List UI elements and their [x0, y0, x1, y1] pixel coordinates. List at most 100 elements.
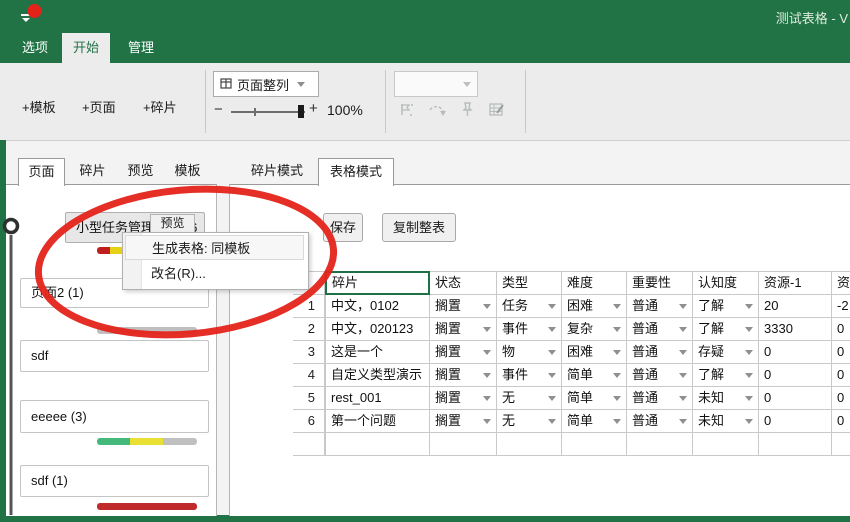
cell-fragment[interactable]: 中文，020123: [325, 318, 430, 341]
preview-button[interactable]: 预览: [150, 214, 195, 233]
page-list-item[interactable]: sdf (1): [20, 465, 209, 497]
column-header-type[interactable]: 类型: [497, 271, 562, 295]
add-page-button[interactable]: +页面: [82, 97, 116, 119]
ribbon-tab-home[interactable]: 开始: [62, 33, 110, 63]
save-button[interactable]: 保存: [323, 213, 363, 242]
menu-item-generate-table[interactable]: 生成表格: 同模板: [125, 235, 304, 260]
chevron-down-icon: [745, 304, 753, 313]
cell-importance-dropdown[interactable]: 普通: [627, 295, 693, 318]
chevron-down-icon: [613, 350, 621, 359]
cell-resource1[interactable]: 3330: [759, 318, 832, 341]
page-list-item[interactable]: sdf: [20, 340, 209, 372]
main-tab-fragment-mode[interactable]: 碎片模式: [244, 158, 310, 184]
cell-cognition-dropdown[interactable]: 存疑: [693, 341, 759, 364]
table-row: 1 中文，0102 搁置 任务 困难 普通 了解 20 -2: [293, 295, 850, 318]
cell-status-dropdown[interactable]: 搁置: [430, 341, 497, 364]
table-row: 5 rest_001 搁置 无 简单 普通 未知 0 0: [293, 387, 850, 410]
sidebar-tab-templates[interactable]: 模板: [165, 158, 210, 184]
row-number: 6: [293, 410, 325, 433]
row-number: 5: [293, 387, 325, 410]
cell-resource1[interactable]: 0: [759, 387, 832, 410]
cell-difficulty-dropdown[interactable]: 复杂: [562, 318, 627, 341]
add-fragment-button[interactable]: +碎片: [143, 97, 177, 119]
app-window: 测试表格 - V 选项 开始 管理 +模板 +页面 +碎片 页面整列 − + 1…: [0, 0, 850, 522]
ribbon-tab-row: 选项 开始 管理: [0, 33, 850, 63]
grid-edit-icon: [488, 101, 508, 119]
cell-resource2[interactable]: 0: [832, 364, 850, 387]
cell-cognition-dropdown[interactable]: 了解: [693, 295, 759, 318]
cell-status-dropdown[interactable]: 搁置: [430, 364, 497, 387]
cell-type-dropdown[interactable]: 事件: [497, 364, 562, 387]
cell-type-dropdown[interactable]: 物: [497, 341, 562, 364]
cell-cognition-dropdown[interactable]: 了解: [693, 364, 759, 387]
cell-resource1[interactable]: 0: [759, 341, 832, 364]
cell-cognition-dropdown[interactable]: 未知: [693, 410, 759, 433]
sidebar-tab-pages[interactable]: 页面: [18, 158, 65, 186]
cell-fragment[interactable]: 中文，0102: [325, 295, 430, 318]
table-empty-row: [293, 433, 850, 456]
cell-fragment[interactable]: 第一个问题: [325, 410, 430, 433]
menu-item-rename[interactable]: 改名(R)...: [125, 261, 304, 286]
cell-fragment[interactable]: 自定义类型演示: [325, 364, 430, 387]
chevron-down-icon: [483, 350, 491, 359]
cell-type-dropdown[interactable]: 无: [497, 410, 562, 433]
chevron-down-icon: [483, 373, 491, 382]
cell-resource2[interactable]: 0: [832, 318, 850, 341]
cell-cognition-dropdown[interactable]: 了解: [693, 318, 759, 341]
ribbon-tab-manage[interactable]: 管理: [118, 33, 164, 63]
column-header-importance[interactable]: 重要性: [627, 271, 693, 295]
zoom-slider-track[interactable]: [231, 111, 305, 113]
cell-resource2[interactable]: 0: [832, 410, 850, 433]
column-header-resource1[interactable]: 资源-1: [759, 271, 832, 295]
cell-resource1[interactable]: 0: [759, 364, 832, 387]
column-header-difficulty[interactable]: 难度: [562, 271, 627, 295]
cell-difficulty-dropdown[interactable]: 困难: [562, 341, 627, 364]
zoom-in-button[interactable]: +: [309, 100, 318, 117]
cell-resource1[interactable]: 20: [759, 295, 832, 318]
cell-importance-dropdown[interactable]: 普通: [627, 387, 693, 410]
cell-type-dropdown[interactable]: 任务: [497, 295, 562, 318]
ribbon-separator: [205, 70, 206, 133]
page-arrange-dropdown[interactable]: 页面整列: [213, 71, 319, 97]
cell-resource2[interactable]: 0: [832, 387, 850, 410]
cell-type-dropdown[interactable]: 无: [497, 387, 562, 410]
cell-status-dropdown[interactable]: 搁置: [430, 318, 497, 341]
add-template-button[interactable]: +模板: [22, 97, 56, 119]
cell-difficulty-dropdown[interactable]: 简单: [562, 387, 627, 410]
column-header-cognition[interactable]: 认知度: [693, 271, 759, 295]
cell-importance-dropdown[interactable]: 普通: [627, 364, 693, 387]
cell-fragment[interactable]: 这是一个: [325, 341, 430, 364]
column-header-resource2[interactable]: 资: [832, 271, 850, 295]
cell-fragment[interactable]: rest_001: [325, 387, 430, 410]
ribbon-tab-options[interactable]: 选项: [12, 33, 58, 63]
cell-importance-dropdown[interactable]: 普通: [627, 410, 693, 433]
zoom-out-button[interactable]: −: [214, 101, 223, 118]
sidebar-tab-preview[interactable]: 预览: [118, 158, 163, 184]
fragment-table: 碎片 状态 类型 难度 重要性 认知度 资源-1 资 1 中文，0102 搁置 …: [293, 271, 850, 456]
cell-cognition-dropdown[interactable]: 未知: [693, 387, 759, 410]
column-header-status[interactable]: 状态: [430, 271, 497, 295]
cell-resource2[interactable]: -2: [832, 295, 850, 318]
sidebar-tab-fragments[interactable]: 碎片: [70, 158, 115, 184]
cell-status-dropdown[interactable]: 搁置: [430, 295, 497, 318]
table-header-row: 碎片 状态 类型 难度 重要性 认知度 资源-1 资: [293, 271, 850, 295]
cell-difficulty-dropdown[interactable]: 简单: [562, 364, 627, 387]
quick-access-toolbar-icon[interactable]: [14, 2, 58, 28]
cell-difficulty-dropdown[interactable]: 困难: [562, 295, 627, 318]
zoom-slider-handle[interactable]: [298, 105, 304, 118]
main-tab-table-mode[interactable]: 表格模式: [318, 158, 394, 186]
cell-status-dropdown[interactable]: 搁置: [430, 387, 497, 410]
column-header-fragment[interactable]: 碎片: [325, 271, 430, 295]
ribbon-separator: [525, 70, 526, 133]
cell-importance-dropdown[interactable]: 普通: [627, 341, 693, 364]
row-number: 4: [293, 364, 325, 387]
cell-importance-dropdown[interactable]: 普通: [627, 318, 693, 341]
cell-resource2[interactable]: 0: [832, 341, 850, 364]
cell-status-dropdown[interactable]: 搁置: [430, 410, 497, 433]
copy-table-button[interactable]: 复制整表: [382, 213, 456, 242]
context-menu: 生成表格: 同模板 改名(R)...: [122, 232, 309, 290]
page-list-item[interactable]: eeeee (3): [20, 400, 209, 433]
cell-difficulty-dropdown[interactable]: 简单: [562, 410, 627, 433]
cell-resource1[interactable]: 0: [759, 410, 832, 433]
cell-type-dropdown[interactable]: 事件: [497, 318, 562, 341]
